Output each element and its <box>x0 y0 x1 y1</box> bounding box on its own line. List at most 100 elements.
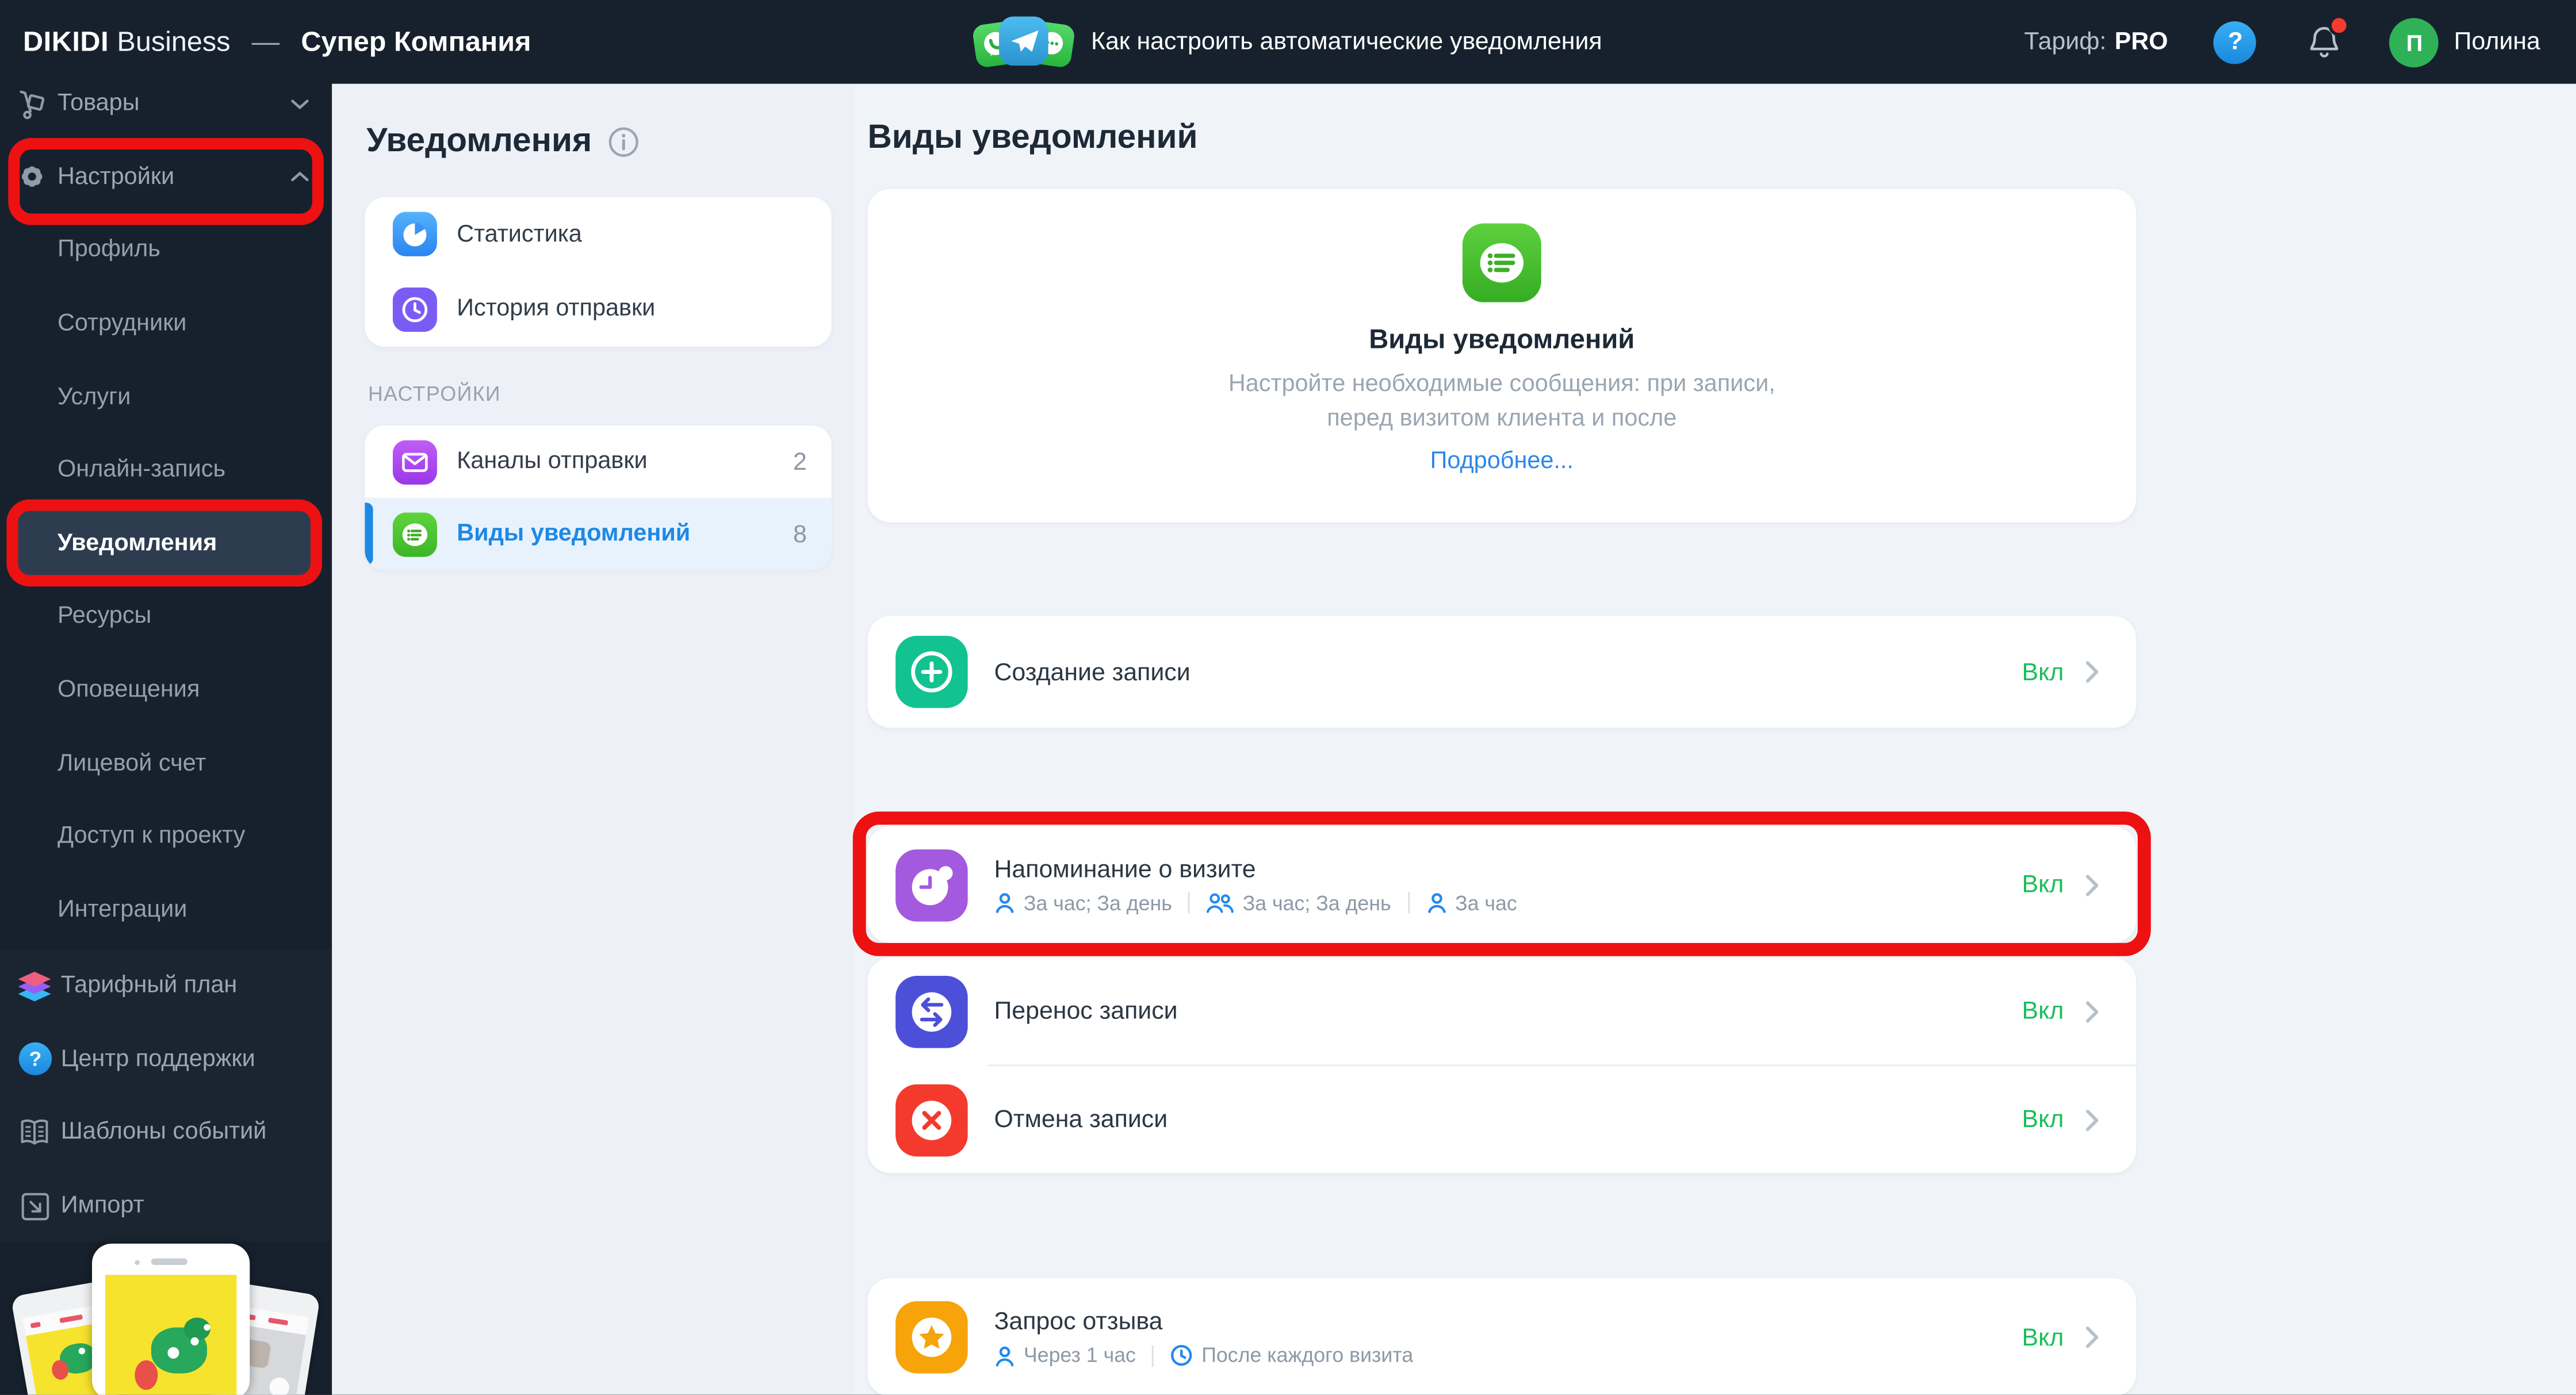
sidebar-item-project-access[interactable]: Доступ к проекту <box>0 800 332 873</box>
sidebar-item-event-templates[interactable]: Шаблоны событий <box>0 1096 332 1169</box>
settings-section-label: НАСТРОЙКИ <box>368 383 501 406</box>
sidebar-item-services[interactable]: Услуги <box>0 361 332 434</box>
sidebar-item-notifications[interactable]: Уведомления <box>10 507 322 580</box>
tariff-badge[interactable]: Тариф:PRO <box>2024 28 2168 56</box>
row-visit-reminder[interactable]: Напоминание о визите За час; За день За … <box>867 826 2136 943</box>
reminder-meta: За час; За день За час; За день За час <box>994 891 2002 914</box>
notification-types-icon <box>393 512 437 556</box>
sidebar-nav: Товары Настройки Профиль Сотрудники Услу… <box>0 67 332 946</box>
sidebar-footer: Тарифный план ? Центр поддержки Шаблоны … <box>0 949 332 1243</box>
statistics-icon <box>393 212 437 256</box>
client-person-icon <box>1426 892 1447 913</box>
staff-people-icon <box>1207 892 1235 913</box>
rows-transfer-cancel-card: Перенос записи Вкл Отмена записи Вкл <box>867 958 2136 1173</box>
info-icon[interactable] <box>608 126 640 157</box>
sidebar-item-tariff-plan[interactable]: Тарифный план <box>0 949 332 1022</box>
messenger-icons <box>974 9 1073 75</box>
import-icon <box>15 1190 55 1221</box>
transfer-record-icon <box>895 975 968 1048</box>
history-icon <box>393 287 437 331</box>
status-on: Вкл <box>2022 871 2064 899</box>
sidebar-item-label: Настройки <box>58 164 291 190</box>
sidebar-item-account[interactable]: Лицевой счет <box>0 727 332 800</box>
main-content: Виды уведомлений Виды уведомлений Настро… <box>855 84 2576 1395</box>
help-link-text: Как настроить автоматические уведомления <box>1091 28 1602 56</box>
panel-settings-card: Каналы отправки 2 Виды уведомлений 8 <box>365 426 831 570</box>
notifications-bell-button[interactable] <box>2306 22 2344 62</box>
phone-right <box>192 1278 320 1395</box>
layers-icon <box>15 969 55 1003</box>
status-on: Вкл <box>2022 1323 2064 1351</box>
panel-item-send-channels[interactable]: Каналы отправки 2 <box>365 426 831 498</box>
row-create-record[interactable]: Создание записи Вкл <box>867 616 2136 727</box>
visit-reminder-icon <box>895 849 968 921</box>
chevron-right-icon <box>2085 1326 2100 1349</box>
meta-divider <box>1407 892 1409 913</box>
panel-item-send-history[interactable]: История отправки <box>365 272 831 347</box>
chevron-down-icon <box>291 98 309 110</box>
status-on: Вкл <box>2022 658 2064 686</box>
topbar: DIKIDI Business — Супер Компания Как нас… <box>0 0 2576 84</box>
chevron-right-icon <box>2085 1108 2100 1131</box>
channels-icon <box>393 439 437 484</box>
support-question-icon: ? <box>15 1042 55 1076</box>
avatar[interactable]: П <box>2390 17 2439 67</box>
sidebar-item-online-booking[interactable]: Онлайн-запись <box>0 434 332 507</box>
user-name[interactable]: Полина <box>2454 28 2540 56</box>
book-icon <box>15 1117 55 1148</box>
phone-center <box>92 1244 250 1395</box>
brand-logo: DIKIDI <box>23 25 109 58</box>
help-button[interactable]: ? <box>2214 21 2257 63</box>
client-person-icon <box>994 892 1015 913</box>
status-on: Вкл <box>2022 1106 2064 1134</box>
row-review-request[interactable]: Запрос отзыва Через 1 час После каждого … <box>867 1278 2136 1395</box>
cancel-record-icon <box>895 1083 968 1156</box>
phone-left <box>10 1278 140 1395</box>
notification-dot <box>2329 14 2351 35</box>
review-request-icon <box>895 1301 968 1374</box>
notification-types-big-icon <box>1463 224 1541 302</box>
meta-divider <box>1153 1344 1154 1366</box>
panel-item-notification-types[interactable]: Виды уведомлений 8 <box>365 498 831 570</box>
sidebar-item-settings[interactable]: Настройки <box>0 141 332 214</box>
clock-icon <box>1170 1344 1193 1367</box>
status-on: Вкл <box>2022 997 2064 1025</box>
sidebar-item-integrations[interactable]: Интеграции <box>0 873 332 946</box>
intro-card: Виды уведомлений Настройте необходимые с… <box>867 189 2136 523</box>
more-details-link[interactable]: Подробнее... <box>1430 449 1574 475</box>
auto-notifications-help-link[interactable]: Как настроить автоматические уведомления <box>974 0 1602 84</box>
phones-illustration <box>0 1231 332 1395</box>
sidebar-item-staff[interactable]: Сотрудники <box>0 287 332 360</box>
review-meta: Через 1 час После каждого визита <box>994 1344 2002 1367</box>
panel-title: Уведомления <box>366 121 592 161</box>
chevron-right-icon <box>2085 661 2100 684</box>
intro-description: Настройте необходимые сообщения: при зап… <box>867 368 2136 435</box>
row-cancel-record[interactable]: Отмена записи Вкл <box>867 1066 2136 1173</box>
page-title: Виды уведомлений <box>867 118 1197 158</box>
panel-item-statistics[interactable]: Статистика <box>365 197 831 272</box>
chevron-right-icon <box>2085 999 2100 1022</box>
row-transfer-record[interactable]: Перенос записи Вкл <box>867 958 2136 1065</box>
client-person-icon <box>994 1344 1015 1366</box>
company-name: Супер Компания <box>301 25 531 58</box>
tariff-value: PRO <box>2115 28 2168 56</box>
telegram-icon <box>999 16 1048 65</box>
panel-links-card: Статистика История отправки <box>365 197 831 347</box>
brand-separator: — <box>252 25 280 58</box>
sidebar-item-profile[interactable]: Профиль <box>0 214 332 287</box>
active-indicator <box>365 503 373 565</box>
chevron-up-icon <box>291 171 309 183</box>
sidebar-item-import[interactable]: Импорт <box>0 1170 332 1243</box>
sidebar: Товары Настройки Профиль Сотрудники Услу… <box>0 0 332 1395</box>
topbar-right: Тариф:PRO ? П Полина <box>2024 0 2540 84</box>
gear-icon <box>15 162 48 193</box>
sidebar-item-alerts[interactable]: Оповещения <box>0 653 332 726</box>
brand: DIKIDI Business — Супер Компания <box>23 0 531 84</box>
meta-divider <box>1188 892 1190 913</box>
sidebar-item-support-center[interactable]: ? Центр поддержки <box>0 1023 332 1096</box>
sidebar-item-resources[interactable]: Ресурсы <box>0 580 332 653</box>
chevron-right-icon <box>2085 873 2100 896</box>
app-window: Товары Настройки Профиль Сотрудники Услу… <box>0 0 2576 1395</box>
handtruck-icon <box>15 89 48 120</box>
channels-count: 2 <box>793 448 807 476</box>
